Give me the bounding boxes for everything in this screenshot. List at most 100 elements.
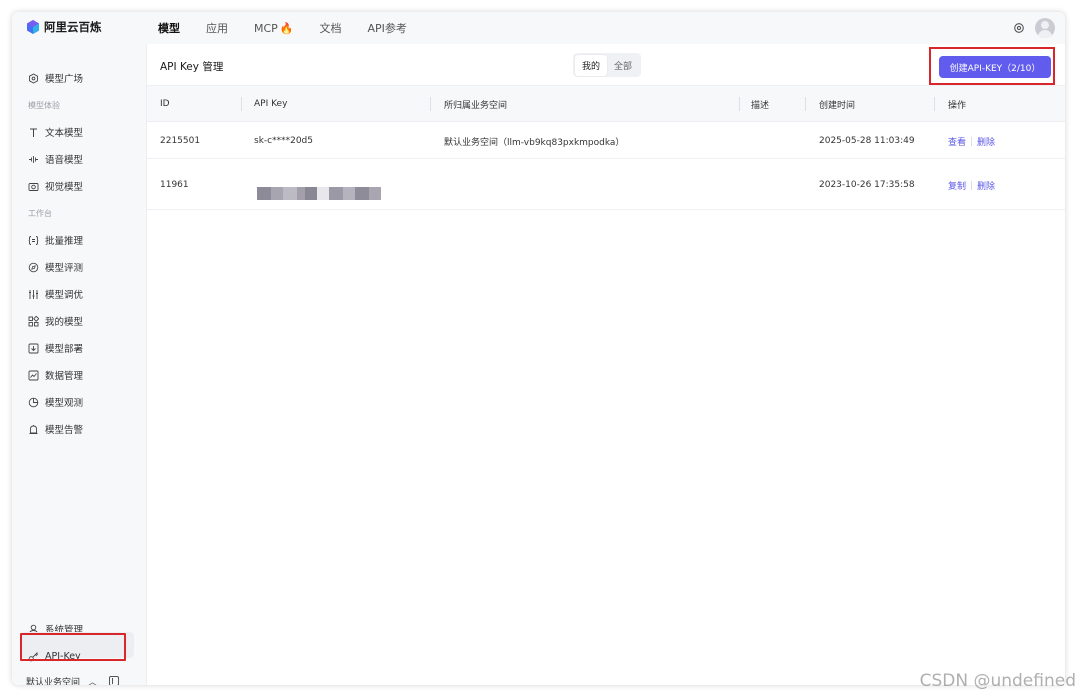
column-divider [739,97,740,111]
column-divider [241,97,242,111]
sidebar-item-alarm[interactable]: 模型告警 [28,422,83,436]
column-header-workspace: 所归属业务空间 [444,100,508,111]
main-header: API Key 管理 我的 全部 创建API-KEY（2/10） [147,44,1065,86]
cell-id: 2215501 [160,136,201,146]
avatar[interactable] [1035,18,1055,38]
sidebar-item-label: 模型调优 [45,290,84,301]
scope-segmented-control: 我的 全部 [573,53,642,77]
sidebar-item-label: 视觉模型 [45,182,84,193]
deploy-icon [28,343,39,353]
cell-actions: 查看 删除 [948,123,995,159]
nav-item-model[interactable]: 模型 [158,20,180,36]
sidebar-item-model-square[interactable]: 模型广场 [28,71,83,85]
sidebar-item-audio-model[interactable]: 语音模型 [28,152,83,166]
sidebar-item-deploy[interactable]: 模型部署 [28,341,83,355]
sidebar-item-label: 批量推理 [45,236,84,247]
collapse-sidebar-icon[interactable] [109,676,120,685]
camera-icon [28,182,39,191]
delete-link[interactable]: 删除 [977,179,995,192]
brand-name: 阿里云百炼 [44,20,102,34]
sidebar-group-title: 模型体验 [28,101,60,110]
brand-logo-icon [27,20,39,34]
workspace-switcher[interactable]: 默认业务空间 ︿ [26,674,136,685]
sidebar-item-tune[interactable]: 模型调优 [28,287,83,301]
nav-label: 模型 [158,22,180,35]
tune-icon [29,289,38,299]
column-divider [430,97,431,111]
column-header-created: 创建时间 [819,100,856,111]
sidebar-item-evaluate[interactable]: 模型评测 [28,260,83,274]
segment-mine[interactable]: 我的 [575,54,608,76]
cell-actions: 复制 删除 [948,160,995,210]
batch-icon [28,235,39,245]
column-header-api-key: API Key [254,99,288,109]
nav-label: 应用 [206,22,228,35]
watermark: CSDN @undefined [919,671,1076,691]
column-header-id: ID [160,99,170,109]
compass-icon [29,72,38,84]
brand-logo[interactable]: 阿里云百炼 [26,19,102,35]
column-header-actions: 操作 [948,100,967,111]
cell-created: 2025-05-28 11:03:49 [819,136,915,146]
delete-link[interactable]: 删除 [977,135,995,148]
sidebar-item-batch[interactable]: 批量推理 [28,233,83,247]
segment-all[interactable]: 全部 [607,55,639,76]
pie-icon [28,397,39,407]
column-header-description: 描述 [751,100,770,111]
column-divider [934,97,935,111]
nav-item-api-reference[interactable]: API参考 [368,20,407,36]
create-api-key-button[interactable]: 创建API-KEY（2/10） [939,56,1051,78]
chevron-up-icon: ︿ [88,677,98,686]
sidebar-item-label: 模型观测 [45,398,84,409]
sidebar-item-label: 我的模型 [45,317,84,328]
nav-item-mcp[interactable]: MCP 🔥 [254,22,294,35]
evaluate-icon [28,262,39,272]
highlight-annotation-box [20,633,126,661]
main-nav: 模型 应用 MCP 🔥 文档 API参考 [158,12,433,44]
nav-label: MCP [254,21,278,35]
nav-label: 文档 [319,22,342,35]
action-divider [971,136,973,146]
page-title: API Key 管理 [160,61,224,73]
sidebar-item-label: 数据管理 [45,371,84,382]
sidebar-item-label: 模型部署 [45,344,84,355]
view-link[interactable]: 查看 [948,135,966,148]
cell-api-key: sk-c****20d5 [254,136,313,146]
app-window: 阿里云百炼 模型 应用 MCP 🔥 文档 API参考 模型广场 模型体验 文本模型 [12,12,1065,685]
text-icon [30,128,37,137]
sidebar-item-text-model[interactable]: 文本模型 [28,125,83,139]
copy-link[interactable]: 复制 [948,179,966,192]
sidebar-item-vision-model[interactable]: 视觉模型 [28,179,83,193]
action-divider [971,180,973,190]
gear-icon[interactable] [1013,22,1025,34]
cell-created: 2023-10-26 17:35:58 [819,180,915,190]
top-right-tools [1013,18,1055,38]
sidebar-group-title: 工作台 [28,209,52,218]
sidebar-item-label: 语音模型 [45,155,84,166]
sidebar: 模型广场 模型体验 文本模型 语音模型 视觉模型 工作台 批量推理 模型评测 模… [12,44,146,685]
main-panel: API Key 管理 我的 全部 创建API-KEY（2/10） ID API … [146,44,1065,685]
grid-icon [28,315,39,326]
audio-icon [29,155,38,163]
sidebar-item-label: 模型评测 [45,263,84,274]
sidebar-item-label: 文本模型 [45,128,84,139]
cell-workspace: 默认业务空间（llm-vb9kq83pxkmpodka） [444,137,625,148]
workspace-name: 默认业务空间 [26,677,81,686]
sidebar-item-my-models[interactable]: 我的模型 [28,314,83,328]
sidebar-item-label: 模型广场 [45,74,84,85]
nav-label: API参考 [367,22,407,35]
chart-icon [28,370,39,380]
flame-icon: 🔥 [279,21,294,35]
alarm-icon [29,424,38,434]
cell-id: 11961 [160,180,189,190]
table-header: ID API Key 所归属业务空间 描述 创建时间 操作 [147,86,1065,122]
table-row: 11961 2023-10-26 17:35:58 复制 删除 [147,160,1065,210]
sidebar-item-data[interactable]: 数据管理 [28,368,83,382]
nav-item-app[interactable]: 应用 [206,20,228,36]
masked-api-key [257,187,381,200]
sidebar-item-observe[interactable]: 模型观测 [28,395,83,409]
column-divider [805,97,806,111]
top-navigation: 阿里云百炼 模型 应用 MCP 🔥 文档 API参考 [12,12,1065,44]
sidebar-item-label: 模型告警 [45,425,84,436]
nav-item-docs[interactable]: 文档 [320,20,342,36]
